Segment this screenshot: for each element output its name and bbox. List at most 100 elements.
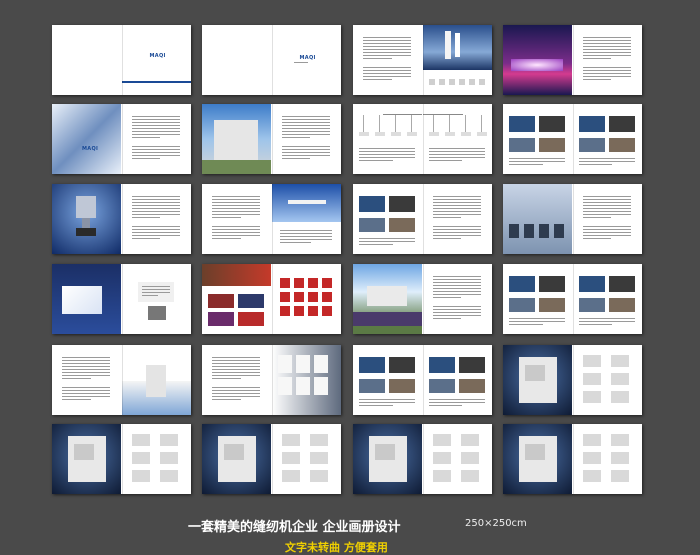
text-line: [281, 158, 311, 159]
spread-left-page: [353, 345, 423, 415]
machine-thumbnail: [610, 355, 629, 367]
spread-right-page: [423, 264, 493, 334]
text-line: [131, 158, 161, 159]
text-line: [281, 137, 311, 138]
text-line: [62, 372, 110, 373]
event-photo: [208, 312, 234, 326]
spread-left-page: [503, 264, 573, 334]
org-connector: [411, 115, 412, 132]
campus-building: [367, 286, 407, 306]
text-line: [432, 202, 481, 203]
photo-block: [539, 298, 565, 312]
spread-fold: [422, 264, 424, 334]
spread-fold: [572, 264, 574, 334]
small-icon: [478, 79, 485, 85]
machine-thumbnail: [610, 452, 629, 464]
brochure-spread-factory: [202, 104, 341, 174]
machine-thumbnail: [460, 434, 479, 446]
text-line: [582, 37, 631, 38]
brochure-spread-machine-hero-1: [503, 345, 642, 415]
machine-thumbnail: [582, 452, 601, 464]
text-line: [359, 151, 415, 152]
text-line: [281, 146, 330, 147]
text-line: [432, 294, 481, 295]
text-line: [281, 134, 330, 135]
brochure-spread-workshop: [353, 184, 492, 254]
brochure-spread-building-wall: MAQI: [52, 104, 191, 174]
brochure-spread-machine-hero-5: [503, 424, 642, 494]
text-line: [582, 205, 631, 206]
text-line: [432, 285, 481, 286]
text-line: [578, 161, 635, 162]
icon-tile: [307, 306, 318, 316]
text-line: [582, 46, 631, 47]
text-line: [582, 52, 631, 53]
text-line: [131, 152, 180, 153]
machine-thumbnail: [309, 434, 328, 446]
text-line: [131, 131, 180, 132]
text-line: [212, 229, 260, 230]
event-photo: [238, 294, 264, 308]
brochure-spread-sailboat: [353, 25, 492, 95]
text-line: [62, 399, 91, 400]
spread-left-page: [503, 345, 573, 415]
spread-left-page: [202, 184, 272, 254]
text-line: [428, 154, 485, 155]
text-line: [432, 279, 481, 280]
text-line: [141, 286, 170, 287]
event-photo: [238, 312, 264, 326]
text-line: [131, 208, 180, 209]
text-line: [131, 134, 180, 135]
text-line: [212, 363, 260, 364]
text-line: [363, 46, 411, 47]
text-line: [212, 387, 260, 388]
brochure-spread-exhibition: [503, 264, 642, 334]
icon-tile: [307, 292, 318, 302]
cover-stripe: [121, 81, 191, 83]
text-line: [582, 202, 631, 203]
text-line: [131, 155, 180, 156]
icon-tile: [293, 278, 304, 288]
photo-block: [608, 116, 635, 132]
text-line: [281, 131, 330, 132]
text-line: [62, 360, 110, 361]
spread-left-page: [202, 424, 272, 494]
text-line: [212, 211, 260, 212]
text-line: [578, 318, 635, 319]
text-line: [582, 214, 631, 215]
certificate: [277, 355, 292, 373]
text-line: [281, 155, 330, 156]
text-line: [212, 357, 260, 358]
text-line: [509, 164, 543, 165]
text-line: [131, 199, 180, 200]
photo-block: [389, 357, 415, 373]
text-line: [432, 276, 481, 277]
photo-block: [509, 276, 535, 292]
spread-right-page: [271, 184, 342, 254]
text-line: [359, 238, 415, 239]
small-icon: [468, 79, 475, 85]
text-line: [131, 217, 161, 218]
spread-fold: [121, 345, 123, 415]
airplane: [287, 200, 326, 204]
photo-block: [509, 116, 535, 132]
photo-block: [359, 218, 385, 232]
spread-left-page: MAQI: [52, 104, 122, 174]
text-line: [281, 116, 330, 117]
product-box: [62, 286, 102, 314]
office-photo: [503, 184, 572, 254]
certificate: [313, 377, 328, 395]
lawn: [202, 160, 271, 174]
text-line: [428, 399, 485, 400]
machine-thumbnail: [582, 373, 601, 385]
machine-thumbnail: [281, 452, 300, 464]
machine-head: [525, 365, 545, 381]
machine-thumbnail: [582, 391, 601, 403]
caption-title: 一套精美的缝纫机企业 企业画册设计: [188, 520, 401, 535]
spread-left-page: [202, 345, 272, 415]
text-line: [212, 393, 260, 394]
org-node: [476, 132, 487, 136]
spread-fold: [271, 424, 273, 494]
spread-right-page: [573, 264, 643, 334]
building-photo: [52, 104, 121, 174]
